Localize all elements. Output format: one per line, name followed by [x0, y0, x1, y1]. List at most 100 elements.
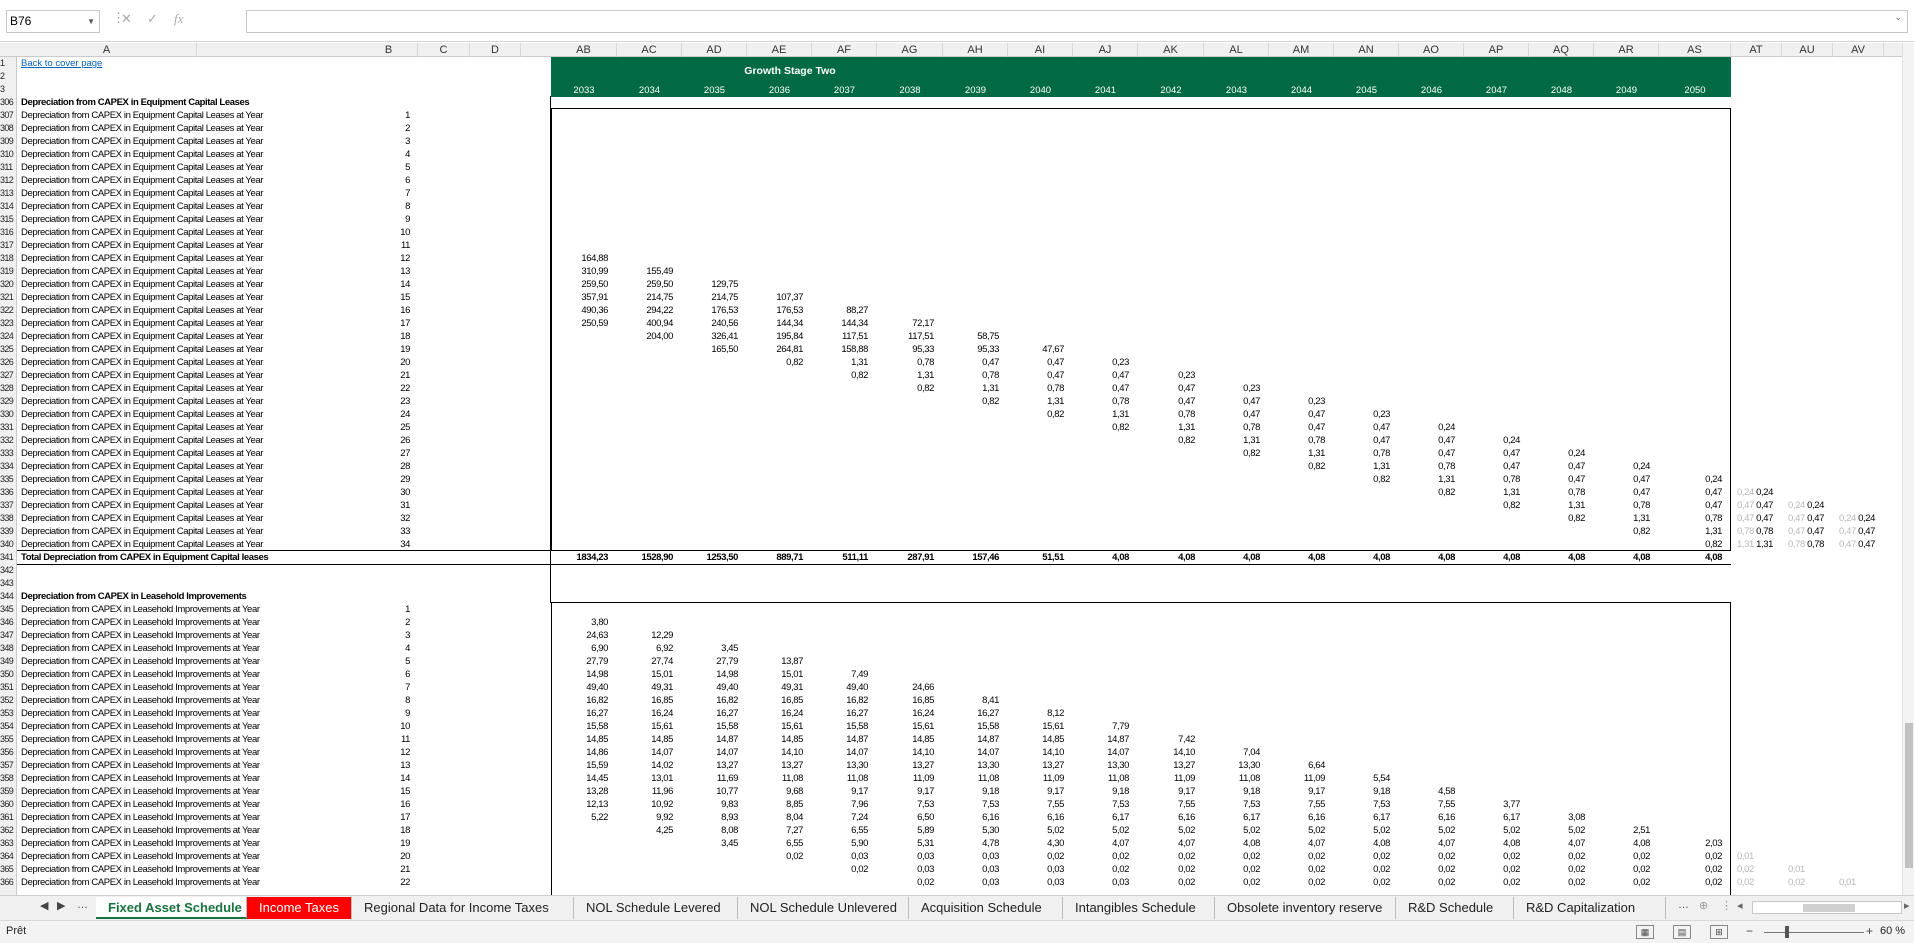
row-label[interactable]: Depreciation from CAPEX in Leasehold Imp…: [21, 798, 361, 811]
year-index-cell[interactable]: 17: [360, 811, 410, 824]
row-header[interactable]: 309: [0, 135, 17, 148]
column-header[interactable]: AH: [943, 43, 1008, 57]
sheet-tab[interactable]: Obsolete inventory reserve: [1215, 897, 1396, 919]
row-header[interactable]: 351: [0, 681, 17, 694]
year-index-cell[interactable]: 15: [360, 291, 410, 304]
row-label[interactable]: Depreciation from CAPEX in Equipment Cap…: [21, 330, 361, 343]
faded-value-cell[interactable]: 0,47: [1788, 512, 1805, 525]
year-index-cell[interactable]: 16: [360, 304, 410, 317]
row-label[interactable]: Depreciation from CAPEX in Equipment Cap…: [21, 96, 361, 109]
faded-value-cell[interactable]: 0,78: [1788, 538, 1805, 551]
value-cell[interactable]: 4,08: [1073, 551, 1129, 564]
row-label[interactable]: Depreciation from CAPEX in Equipment Cap…: [21, 109, 361, 122]
row-label[interactable]: Depreciation from CAPEX in Equipment Cap…: [21, 525, 361, 538]
row-label[interactable]: Depreciation from CAPEX in Leasehold Imp…: [21, 707, 361, 720]
row-header[interactable]: 344: [0, 590, 17, 603]
year-index-cell[interactable]: 1: [360, 109, 410, 122]
year-index-cell[interactable]: 29: [360, 473, 410, 486]
faded-value-cell[interactable]: 0,02: [1737, 876, 1754, 889]
year-index-cell[interactable]: 1: [360, 603, 410, 616]
year-index-cell[interactable]: 33: [360, 525, 410, 538]
value-cell[interactable]: 287,91: [877, 551, 934, 564]
row-label[interactable]: Depreciation from CAPEX in Equipment Cap…: [21, 252, 361, 265]
year-index-cell[interactable]: 11: [360, 239, 410, 252]
cancel-icon[interactable]: ✕: [121, 11, 132, 27]
column-header[interactable]: AD: [682, 43, 747, 57]
row-label[interactable]: Depreciation from CAPEX in Equipment Cap…: [21, 473, 361, 486]
row-label[interactable]: Depreciation from CAPEX in Equipment Cap…: [21, 122, 361, 135]
row-header[interactable]: 3: [0, 83, 17, 96]
row-header[interactable]: 354: [0, 720, 17, 733]
prev-sheet-icon[interactable]: ◀: [40, 899, 48, 912]
year-index-cell[interactable]: 17: [360, 317, 410, 330]
row-label[interactable]: Depreciation from CAPEX in Equipment Cap…: [21, 356, 361, 369]
row-label[interactable]: Depreciation from CAPEX in Equipment Cap…: [21, 265, 361, 278]
row-label[interactable]: Depreciation from CAPEX in Equipment Cap…: [21, 421, 361, 434]
row-header[interactable]: 342: [0, 564, 17, 577]
year-index-cell[interactable]: 13: [360, 759, 410, 772]
row-label[interactable]: Depreciation from CAPEX in Equipment Cap…: [21, 200, 361, 213]
column-header[interactable]: AT: [1731, 43, 1782, 57]
column-header[interactable]: AS: [1659, 43, 1731, 57]
year-index-cell[interactable]: 22: [360, 876, 410, 889]
year-index-cell[interactable]: 21: [360, 369, 410, 382]
year-index-cell[interactable]: 4: [360, 642, 410, 655]
row-header[interactable]: 359: [0, 785, 17, 798]
page-layout-icon[interactable]: ▤: [1673, 925, 1691, 939]
row-label[interactable]: Total Depreciation from CAPEX in Equipme…: [21, 551, 361, 564]
faded-value-cell[interactable]: 0,02: [1788, 876, 1805, 889]
row-label[interactable]: Depreciation from CAPEX in Equipment Cap…: [21, 174, 361, 187]
row-header[interactable]: 321: [0, 291, 17, 304]
value-cell[interactable]: 1253,50: [682, 551, 738, 564]
worksheet-grid[interactable]: A B C D AB AC AD AE AF AG AH AI AJ AK AL AM AN AO AP AQ AR AS…: [0, 43, 1902, 895]
sheet-tab[interactable]: R&D Capitalization: [1514, 897, 1666, 919]
year-index-cell[interactable]: 7: [360, 187, 410, 200]
column-header[interactable]: B: [360, 43, 418, 57]
row-header[interactable]: 339: [0, 525, 17, 538]
year-index-cell[interactable]: 8: [360, 200, 410, 213]
row-label[interactable]: Depreciation from CAPEX in Equipment Cap…: [21, 447, 361, 460]
row-label[interactable]: Depreciation from CAPEX in Equipment Cap…: [21, 239, 361, 252]
page-break-icon[interactable]: ⊞: [1710, 925, 1728, 939]
value-cell[interactable]: 1528,90: [617, 551, 673, 564]
faded-value-cell[interactable]: 0,01: [1788, 863, 1805, 876]
sheet-tab[interactable]: NOL Schedule Unlevered: [738, 897, 909, 919]
sheet-tab[interactable]: Regional Data for Income Taxes: [352, 897, 574, 919]
year-index-cell[interactable]: 27: [360, 447, 410, 460]
row-label[interactable]: Depreciation from CAPEX in Leasehold Imp…: [21, 824, 361, 837]
row-label[interactable]: Depreciation from CAPEX in Equipment Cap…: [21, 486, 361, 499]
faded-value-cell[interactable]: 0,01: [1737, 850, 1754, 863]
faded-value-cell[interactable]: 0,02: [1737, 863, 1754, 876]
row-header[interactable]: 330: [0, 408, 17, 421]
row-label[interactable]: Depreciation from CAPEX in Equipment Cap…: [21, 304, 361, 317]
year-index-cell[interactable]: 2: [360, 616, 410, 629]
row-label[interactable]: Depreciation from CAPEX in Equipment Cap…: [21, 395, 361, 408]
row-label[interactable]: Depreciation from CAPEX in Leasehold Imp…: [21, 720, 361, 733]
value-cell[interactable]: 889,71: [747, 551, 803, 564]
row-header[interactable]: 366: [0, 876, 17, 889]
row-label[interactable]: Depreciation from CAPEX in Equipment Cap…: [21, 369, 361, 382]
row-header[interactable]: 308: [0, 122, 17, 135]
row-label[interactable]: Depreciation from CAPEX in Leasehold Imp…: [21, 655, 361, 668]
year-index-cell[interactable]: 16: [360, 798, 410, 811]
value-cell[interactable]: 4,08: [1204, 551, 1260, 564]
row-header[interactable]: 364: [0, 850, 17, 863]
row-header[interactable]: 338: [0, 512, 17, 525]
normal-view-icon[interactable]: ▦: [1636, 925, 1654, 939]
value-cell[interactable]: 4,08: [1464, 551, 1520, 564]
row-header[interactable]: 357: [0, 759, 17, 772]
year-index-cell[interactable]: 5: [360, 161, 410, 174]
row-label[interactable]: Depreciation from CAPEX in Leasehold Imp…: [21, 681, 361, 694]
row-header[interactable]: 347: [0, 629, 17, 642]
row-header[interactable]: 318: [0, 252, 17, 265]
zoom-in-icon[interactable]: +: [1866, 924, 1873, 938]
row-label[interactable]: Depreciation from CAPEX in Leasehold Imp…: [21, 759, 361, 772]
year-index-cell[interactable]: 12: [360, 252, 410, 265]
row-header[interactable]: 320: [0, 278, 17, 291]
row-header[interactable]: 341: [0, 551, 17, 564]
year-index-cell[interactable]: 9: [360, 213, 410, 226]
year-index-cell[interactable]: 26: [360, 434, 410, 447]
column-header[interactable]: A: [17, 43, 197, 57]
row-label[interactable]: Depreciation from CAPEX in Leasehold Imp…: [21, 837, 361, 850]
row-label[interactable]: Depreciation from CAPEX in Equipment Cap…: [21, 499, 361, 512]
